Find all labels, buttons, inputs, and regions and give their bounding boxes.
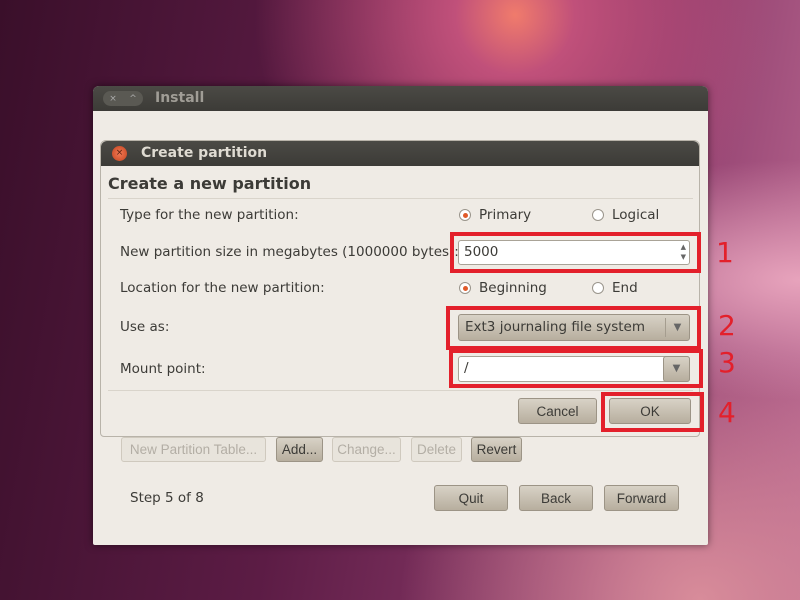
close-icon[interactable]: × — [109, 94, 117, 104]
new-partition-table-button[interactable]: New Partition Table... — [121, 437, 266, 462]
primary-label: Primary — [479, 207, 532, 223]
logical-radio[interactable]: Logical — [592, 207, 659, 223]
annotation-label-4: 4 — [718, 396, 736, 429]
radio-selected-icon — [459, 209, 471, 221]
annotation-box-4 — [601, 392, 704, 432]
annotation-box-1 — [450, 232, 701, 273]
annotation-box-3 — [449, 349, 703, 388]
use-as-label: Use as: — [120, 319, 170, 335]
annotation-label-2: 2 — [718, 309, 736, 342]
mount-label: Mount point: — [120, 361, 206, 377]
change-button[interactable]: Change... — [332, 437, 401, 462]
annotation-label-3: 3 — [718, 346, 736, 379]
revert-button[interactable]: Revert — [471, 437, 522, 462]
divider — [108, 390, 693, 391]
dialog-heading: Create a new partition — [108, 174, 312, 193]
annotation-label-1: 1 — [716, 236, 734, 269]
radio-icon — [592, 282, 604, 294]
close-icon[interactable]: × — [112, 146, 127, 161]
back-button[interactable]: Back — [519, 485, 593, 511]
forward-button[interactable]: Forward — [604, 485, 679, 511]
divider — [108, 198, 693, 199]
dialog-title: Create partition — [141, 145, 268, 161]
radio-icon — [592, 209, 604, 221]
cancel-button[interactable]: Cancel — [518, 398, 597, 424]
install-titlebar: × ^ Install — [93, 86, 708, 111]
annotation-box-2 — [446, 306, 701, 350]
end-radio[interactable]: End — [592, 280, 638, 296]
maximize-icon[interactable]: ^ — [129, 94, 137, 104]
primary-radio[interactable]: Primary — [459, 207, 531, 223]
window-controls: × ^ — [103, 91, 143, 106]
beginning-radio[interactable]: Beginning — [459, 280, 547, 296]
size-label: New partition size in megabytes (1000000… — [120, 244, 459, 260]
type-label: Type for the new partition: — [120, 207, 299, 223]
logical-label: Logical — [612, 207, 660, 223]
window-title: Install — [155, 90, 205, 106]
quit-button[interactable]: Quit — [434, 485, 508, 511]
radio-selected-icon — [459, 282, 471, 294]
end-label: End — [612, 280, 638, 296]
location-label: Location for the new partition: — [120, 280, 325, 296]
step-indicator: Step 5 of 8 — [130, 490, 204, 506]
beginning-label: Beginning — [479, 280, 547, 296]
dialog-titlebar: × Create partition — [101, 141, 699, 166]
add-button[interactable]: Add... — [276, 437, 323, 462]
delete-button[interactable]: Delete — [411, 437, 462, 462]
